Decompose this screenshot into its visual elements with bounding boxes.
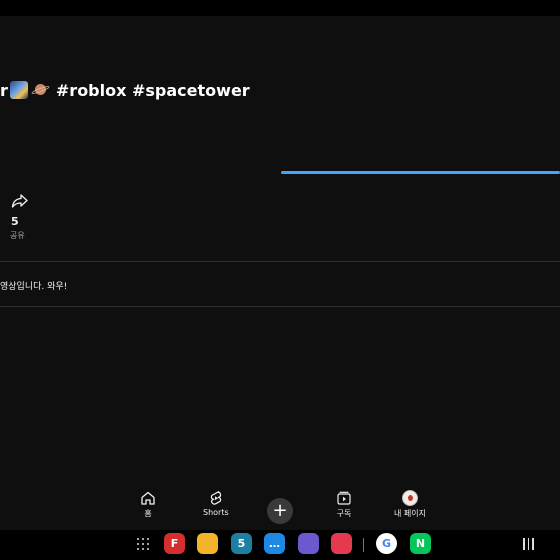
ringed-planet-emoji-icon	[30, 80, 51, 100]
nav-profile[interactable]: 내 페이지	[394, 490, 426, 519]
share-label: 공유	[10, 231, 25, 240]
status-bar-strip	[0, 0, 560, 16]
nav-shorts-label: Shorts	[203, 508, 229, 517]
android-dock: F 5 … G N	[0, 530, 560, 560]
camera-app-icon[interactable]	[331, 533, 352, 554]
sparkle-emoji-icon	[9, 81, 28, 99]
subscriptions-icon	[337, 491, 351, 505]
video-title: r #roblox #spacetower	[0, 78, 250, 102]
home-icon	[141, 491, 155, 505]
nav-shorts[interactable]: Shorts	[203, 490, 229, 517]
nav-home[interactable]: 홈	[140, 490, 156, 519]
naver-app-icon[interactable]: N	[410, 533, 431, 554]
title-prefix: r	[0, 80, 8, 100]
title-hashtags[interactable]: #roblox #spacetower	[56, 81, 250, 100]
share-icon	[11, 194, 28, 208]
nav-home-label: 홈	[144, 509, 152, 518]
share-count: 5	[11, 215, 19, 228]
calendar-app-icon[interactable]: 5	[231, 533, 252, 554]
progress-bar[interactable]	[281, 171, 560, 174]
divider	[0, 306, 560, 307]
divider	[0, 261, 560, 262]
nav-subscriptions[interactable]: 구독	[336, 490, 352, 519]
messages-app-icon[interactable]: …	[264, 533, 285, 554]
nav-subscriptions-label: 구독	[336, 509, 352, 518]
flipboard-app-icon[interactable]: F	[164, 533, 185, 554]
google-app-icon[interactable]: G	[376, 533, 397, 554]
create-button[interactable]: +	[267, 498, 293, 524]
my-files-app-icon[interactable]	[197, 533, 218, 554]
internet-app-icon[interactable]	[298, 533, 319, 554]
share-button[interactable]: 5 공유	[8, 193, 32, 241]
app-drawer-icon[interactable]	[137, 538, 149, 550]
avatar	[401, 490, 418, 506]
dock-divider	[363, 538, 364, 552]
shorts-icon	[210, 491, 222, 505]
recents-icon[interactable]	[523, 538, 535, 550]
comment-text[interactable]: 영상입니다. 와우!	[0, 279, 67, 292]
nav-profile-label: 내 페이지	[394, 509, 426, 518]
